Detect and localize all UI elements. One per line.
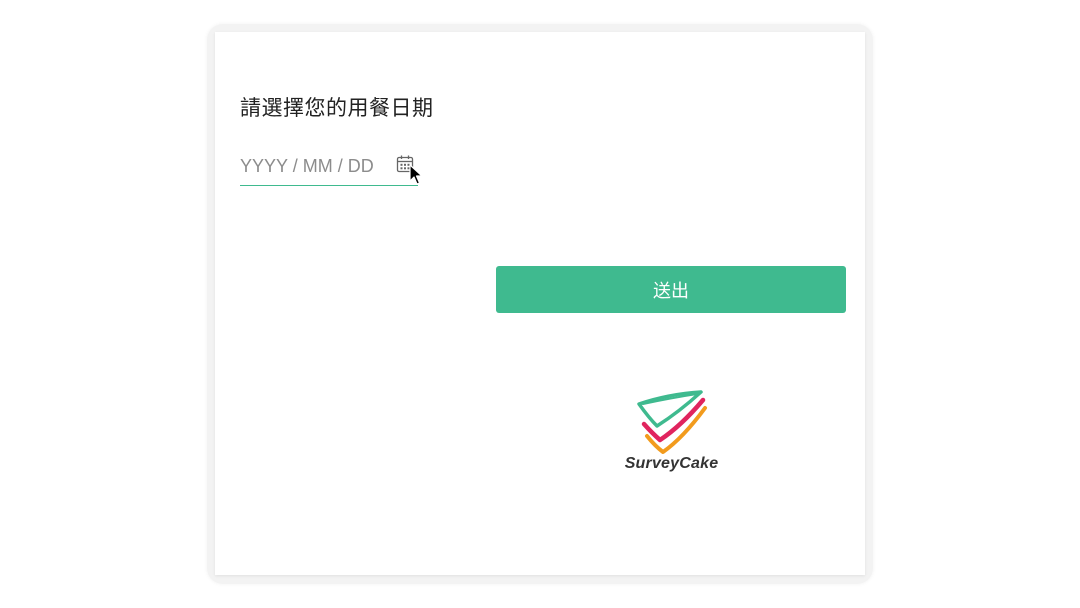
survey-card: 請選擇您的用餐日期 送出 xyxy=(215,32,865,575)
calendar-icon[interactable] xyxy=(396,154,414,174)
brand-name: SurveyCake xyxy=(624,455,719,472)
submit-button[interactable]: 送出 xyxy=(496,266,846,313)
surveycake-logo-icon xyxy=(635,390,715,456)
question-title: 請選擇您的用餐日期 xyxy=(240,96,434,120)
date-field[interactable] xyxy=(240,148,418,186)
date-input[interactable] xyxy=(240,152,388,180)
brand: SurveyCake xyxy=(620,390,730,480)
